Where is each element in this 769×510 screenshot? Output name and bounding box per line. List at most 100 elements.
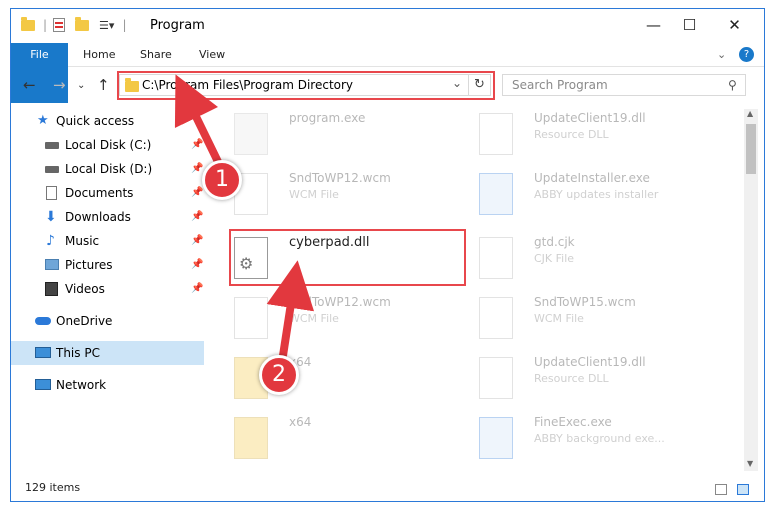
scroll-down-icon[interactable]: ▼ — [747, 459, 753, 468]
sidebar-item-local-disk-d[interactable]: Local Disk (D:) 📌 — [11, 157, 204, 181]
drive-icon — [45, 142, 59, 149]
file-item[interactable]: UpdateClient19.dll Resource DLL — [453, 353, 703, 413]
pin-icon[interactable]: 📌 — [191, 253, 203, 277]
star-icon: ★ — [37, 113, 49, 128]
file-item[interactable]: SndToWP15.wcm WCM File — [453, 293, 703, 353]
download-icon: ⬇ — [45, 209, 57, 225]
pin-icon[interactable]: 📌 — [191, 229, 203, 253]
file-item[interactable]: UpdateInstaller.exe ABBY updates install… — [453, 169, 703, 229]
file-name: SndToWP15.wcm — [534, 295, 636, 309]
customize-toolbar-icon[interactable]: ☰▾ — [99, 19, 114, 32]
sidebar-item-quick-access[interactable]: ★ Quick access — [11, 109, 204, 133]
sidebar-item-label: Documents — [65, 186, 134, 200]
sidebar-item-label: Local Disk (C:) — [65, 138, 152, 152]
file-item[interactable]: UpdateClient19.dll Resource DLL — [453, 109, 703, 169]
new-folder-icon[interactable] — [75, 16, 90, 31]
file-item[interactable]: SndToWP12.wcm WCM File — [208, 293, 458, 353]
forward-button[interactable]: → — [53, 76, 66, 94]
exe-file-icon — [234, 113, 268, 155]
help-icon[interactable]: ? — [739, 47, 754, 62]
separator: | — [122, 18, 127, 32]
sidebar-item-label: Music — [65, 234, 100, 248]
sidebar-item-network[interactable]: Network — [11, 373, 204, 397]
file-name: SndToWP12.wcm — [289, 171, 391, 185]
title-bar: | ☰▾ | Program — ☐ ✕ — [11, 9, 764, 43]
sidebar-item-label: Downloads — [65, 210, 131, 224]
sidebar-item-music[interactable]: ♪ Music 📌 — [11, 229, 204, 253]
search-placeholder: Search Program — [512, 78, 608, 92]
recent-locations-icon[interactable]: ⌄ — [77, 80, 85, 91]
tab-home[interactable]: Home — [71, 43, 127, 67]
separator: | — [43, 18, 48, 32]
sidebar-item-this-pc[interactable]: This PC — [11, 341, 204, 365]
step-2-badge: 2 — [259, 355, 299, 395]
sidebar-item-label: Pictures — [65, 258, 113, 272]
dll-file-icon — [479, 113, 513, 155]
folder-icon — [234, 417, 268, 459]
tab-share[interactable]: Share — [128, 43, 184, 67]
pin-icon[interactable]: 📌 — [191, 277, 203, 301]
vertical-scrollbar[interactable]: ▲ ▼ — [744, 109, 758, 471]
properties-icon[interactable] — [53, 18, 66, 32]
maximize-button[interactable]: ☐ — [667, 9, 712, 40]
sidebar-item-local-disk-c[interactable]: Local Disk (C:) 📌 — [11, 133, 204, 157]
sidebar-item-onedrive[interactable]: OneDrive — [11, 309, 204, 333]
sidebar-item-documents[interactable]: Documents 📌 — [11, 181, 204, 205]
details-view-icon[interactable] — [715, 484, 727, 495]
sidebar-item-downloads[interactable]: ⬇ Downloads 📌 — [11, 205, 204, 229]
exe-file-icon — [479, 417, 513, 459]
documents-icon — [46, 186, 57, 200]
explorer-window: | ☰▾ | Program — ☐ ✕ File Home Share Vie… — [10, 8, 765, 502]
file-name: x64 — [289, 415, 312, 429]
search-icon: ⚲ — [728, 78, 737, 92]
file-list: program.exe UpdateClient19.dll Resource … — [208, 109, 743, 469]
sidebar-item-videos[interactable]: Videos 📌 — [11, 277, 204, 301]
sidebar-item-label: This PC — [56, 346, 100, 360]
file-highlight-box — [229, 229, 466, 286]
file-type: WCM File — [289, 312, 339, 325]
sidebar-item-pictures[interactable]: Pictures 📌 — [11, 253, 204, 277]
file-name: UpdateClient19.dll — [534, 111, 646, 125]
file-type: ABBY background exe... — [534, 432, 665, 445]
status-bar: 129 items — [11, 479, 764, 501]
pictures-icon — [45, 259, 59, 270]
quick-access-toolbar: | ☰▾ | — [21, 16, 127, 32]
sidebar-item-label: Local Disk (D:) — [65, 162, 153, 176]
navigation-bar: ← → ⌄ ↑ C:\Program Files\Program Directo… — [11, 68, 764, 102]
dll-file-icon — [479, 357, 513, 399]
tab-view[interactable]: View — [187, 43, 237, 67]
file-type: Resource DLL — [534, 372, 609, 385]
ribbon-tabs: File Home Share View ⌄ ? — [11, 43, 764, 103]
scroll-thumb[interactable] — [746, 124, 756, 174]
pin-icon[interactable]: 📌 — [191, 205, 203, 229]
up-button[interactable]: ↑ — [97, 76, 110, 94]
expand-ribbon-icon[interactable]: ⌄ — [717, 48, 726, 61]
pin-icon[interactable]: 📌 — [191, 133, 203, 157]
back-button[interactable]: ← — [23, 76, 36, 94]
scroll-up-icon[interactable]: ▲ — [747, 109, 753, 118]
cloud-icon — [35, 317, 51, 325]
file-item[interactable]: program.exe — [208, 109, 458, 169]
file-item[interactable]: FineExec.exe ABBY background exe... — [453, 413, 703, 469]
file-item[interactable]: gtd.cjk CJK File — [453, 233, 703, 293]
drive-icon — [45, 166, 59, 173]
step-1-badge: 1 — [202, 160, 242, 200]
file-item[interactable]: x64 — [208, 413, 458, 469]
videos-icon — [45, 282, 58, 296]
computer-icon — [35, 347, 51, 358]
tiles-view-icon[interactable] — [737, 484, 749, 495]
folder-icon — [21, 16, 35, 31]
close-button[interactable]: ✕ — [712, 9, 757, 40]
search-input[interactable]: Search Program ⚲ — [502, 74, 746, 96]
music-icon: ♪ — [46, 233, 55, 249]
navigation-pane: ★ Quick access Local Disk (C:) 📌 Local D… — [11, 109, 204, 469]
generic-file-icon — [234, 297, 268, 339]
file-item[interactable]: x64 — [208, 353, 458, 413]
sidebar-item-label: Videos — [65, 282, 105, 296]
file-name: FineExec.exe — [534, 415, 612, 429]
sidebar-item-label: Network — [56, 378, 107, 392]
network-icon — [35, 379, 51, 390]
file-item[interactable]: SndToWP12.wcm WCM File — [208, 169, 458, 229]
file-name: gtd.cjk — [534, 235, 575, 249]
file-type: WCM File — [289, 188, 339, 201]
